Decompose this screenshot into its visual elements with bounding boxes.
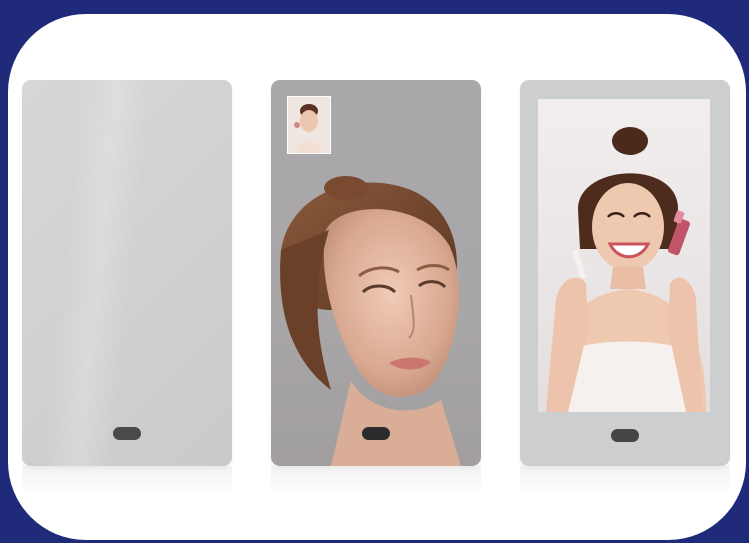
- display-screen-panel: [520, 80, 730, 466]
- screen-display: [538, 99, 710, 412]
- home-button-icon: [113, 427, 141, 440]
- face-thumbnail: [287, 96, 331, 154]
- panel-reflection: [271, 466, 481, 496]
- home-button-icon: [611, 429, 639, 442]
- smiling-woman-image: [538, 99, 710, 412]
- mirror-reflection-panel: [271, 80, 481, 466]
- product-card: [8, 14, 746, 540]
- panel-reflection: [22, 466, 232, 496]
- home-button-icon: [362, 427, 390, 440]
- blank-mirror-panel: [22, 80, 232, 466]
- panel-reflection: [520, 466, 730, 496]
